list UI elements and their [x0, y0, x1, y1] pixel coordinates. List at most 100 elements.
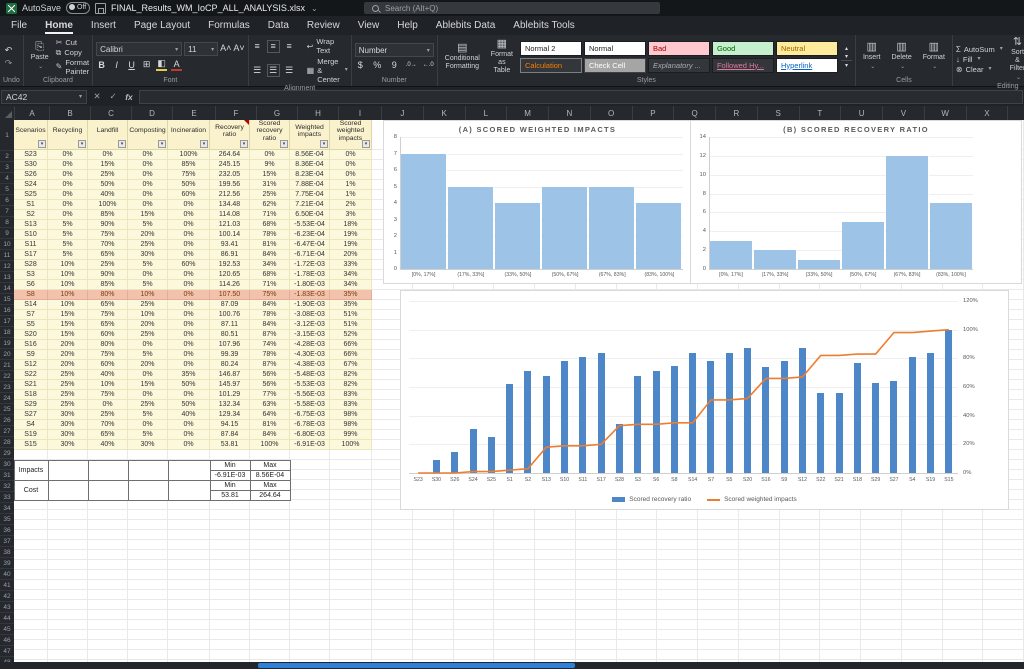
cell[interactable]: 81%: [250, 240, 290, 250]
cell[interactable]: 70%: [88, 420, 128, 430]
cell[interactable]: 25%: [128, 300, 168, 310]
cell[interactable]: 0%: [128, 390, 168, 400]
cell[interactable]: -1.83E-03: [290, 290, 330, 300]
style-chip-normal2[interactable]: Normal 2: [520, 41, 582, 56]
cell[interactable]: S3: [14, 270, 48, 280]
cell[interactable]: 84%: [250, 300, 290, 310]
cell[interactable]: 10%: [48, 260, 88, 270]
comma-style-button[interactable]: 9: [389, 59, 400, 70]
cell[interactable]: 0%: [168, 290, 210, 300]
cell[interactable]: -1.90E-03: [290, 300, 330, 310]
cell[interactable]: 25%: [128, 400, 168, 410]
cell[interactable]: 5%: [128, 220, 168, 230]
summary-empty-cell[interactable]: [168, 460, 211, 481]
row-header-32[interactable]: 32: [0, 481, 14, 492]
tab-insert[interactable]: Insert: [82, 16, 125, 35]
cell[interactable]: 0%: [330, 150, 372, 160]
cell[interactable]: 80.51: [210, 330, 250, 340]
cell[interactable]: 0%: [168, 440, 210, 450]
cell[interactable]: 100%: [168, 150, 210, 160]
row-header-26[interactable]: 26: [0, 415, 14, 426]
bold-button[interactable]: B: [96, 59, 107, 70]
column-header-cell[interactable]: Scored recovery ratio▾: [250, 120, 290, 150]
column-header-cell[interactable]: Incineration▾: [168, 120, 210, 150]
summary-cost-label[interactable]: Cost: [14, 480, 49, 501]
combo-chart-scenarios[interactable]: 0%20%40%60%80%100%120%S23S30S26S24S25S1S…: [400, 290, 1009, 510]
cell[interactable]: 56%: [250, 380, 290, 390]
cell[interactable]: 264.64: [210, 150, 250, 160]
cell[interactable]: 80%: [88, 290, 128, 300]
cell[interactable]: 66%: [330, 340, 372, 350]
cell[interactable]: 0%: [48, 180, 88, 190]
cell[interactable]: 75%: [250, 290, 290, 300]
cell[interactable]: 75%: [88, 390, 128, 400]
cell[interactable]: 75%: [88, 350, 128, 360]
cell[interactable]: 25%: [48, 380, 88, 390]
cell[interactable]: -6.75E-03: [290, 410, 330, 420]
cell[interactable]: 74%: [250, 340, 290, 350]
row-header-47[interactable]: 47: [0, 646, 14, 657]
cell[interactable]: 107.96: [210, 340, 250, 350]
column-header-E[interactable]: E: [173, 106, 216, 120]
grow-font-button[interactable]: A˄: [220, 42, 231, 53]
cell[interactable]: 100%: [330, 440, 372, 450]
cell[interactable]: 50%: [88, 180, 128, 190]
cell[interactable]: 0%: [128, 150, 168, 160]
summary-empty-cell[interactable]: [88, 460, 129, 481]
row-header-41[interactable]: 41: [0, 580, 14, 591]
document-title[interactable]: FINAL_Results_WM_IoCP_ALL_ANALYSIS.xlsx: [111, 3, 305, 13]
cell[interactable]: 87.84: [210, 430, 250, 440]
cell[interactable]: 15%: [48, 320, 88, 330]
cell[interactable]: S5: [14, 320, 48, 330]
cell[interactable]: 129.34: [210, 410, 250, 420]
copy-button[interactable]: ⧉Copy: [56, 48, 89, 57]
summary-empty-cell[interactable]: [48, 460, 89, 481]
row-header-16[interactable]: 16: [0, 305, 14, 316]
cell[interactable]: 60%: [88, 360, 128, 370]
cell[interactable]: 0%: [168, 420, 210, 430]
cell[interactable]: 121.03: [210, 220, 250, 230]
cell[interactable]: 10%: [48, 280, 88, 290]
cell[interactable]: 71%: [250, 210, 290, 220]
row-header-11[interactable]: 11: [0, 250, 14, 261]
cell[interactable]: -5.58E-03: [290, 400, 330, 410]
row-header-7[interactable]: 7: [0, 206, 14, 217]
cell[interactable]: S19: [14, 430, 48, 440]
column-header-cell[interactable]: Scored weighted impacts▾: [330, 120, 372, 150]
cell[interactable]: 0%: [168, 230, 210, 240]
column-header-D[interactable]: D: [132, 106, 173, 120]
row-header-25[interactable]: 25: [0, 404, 14, 415]
cell[interactable]: 30%: [128, 440, 168, 450]
cell[interactable]: -1.80E-03: [290, 280, 330, 290]
cell[interactable]: 35%: [330, 290, 372, 300]
cell[interactable]: 5%: [128, 280, 168, 290]
cell[interactable]: 0%: [88, 400, 128, 410]
cell[interactable]: 78%: [250, 350, 290, 360]
row-header-37[interactable]: 37: [0, 536, 14, 547]
cell[interactable]: 199.56: [210, 180, 250, 190]
cell[interactable]: -6.78E-03: [290, 420, 330, 430]
cell[interactable]: 1%: [330, 190, 372, 200]
cell[interactable]: 65%: [88, 300, 128, 310]
row-header-1[interactable]: 1: [0, 120, 14, 151]
column-header-V[interactable]: V: [883, 106, 925, 120]
row-header-4[interactable]: 4: [0, 173, 14, 184]
conditional-formatting-button[interactable]: ▤ ConditionalFormatting: [441, 43, 484, 71]
cell[interactable]: 25%: [48, 370, 88, 380]
column-header-M[interactable]: M: [507, 106, 549, 120]
cell[interactable]: 20%: [48, 350, 88, 360]
gallery-up-icon[interactable]: ▴: [841, 44, 852, 52]
cell[interactable]: 0%: [168, 210, 210, 220]
cell[interactable]: -4.28E-03: [290, 340, 330, 350]
cell[interactable]: 82%: [330, 370, 372, 380]
tab-page-layout[interactable]: Page Layout: [125, 16, 199, 35]
redo-button[interactable]: ↷: [3, 58, 14, 69]
insert-cells-button[interactable]: ▥Insert⌄: [859, 42, 885, 71]
cell[interactable]: 98%: [330, 420, 372, 430]
cell[interactable]: 15%: [48, 310, 88, 320]
cell[interactable]: 5%: [128, 260, 168, 270]
cell[interactable]: 85%: [88, 210, 128, 220]
cell[interactable]: 25%: [88, 170, 128, 180]
style-chip-explanatory[interactable]: Explanatory ...: [648, 58, 710, 73]
cut-button[interactable]: ✂Cut: [56, 38, 89, 47]
